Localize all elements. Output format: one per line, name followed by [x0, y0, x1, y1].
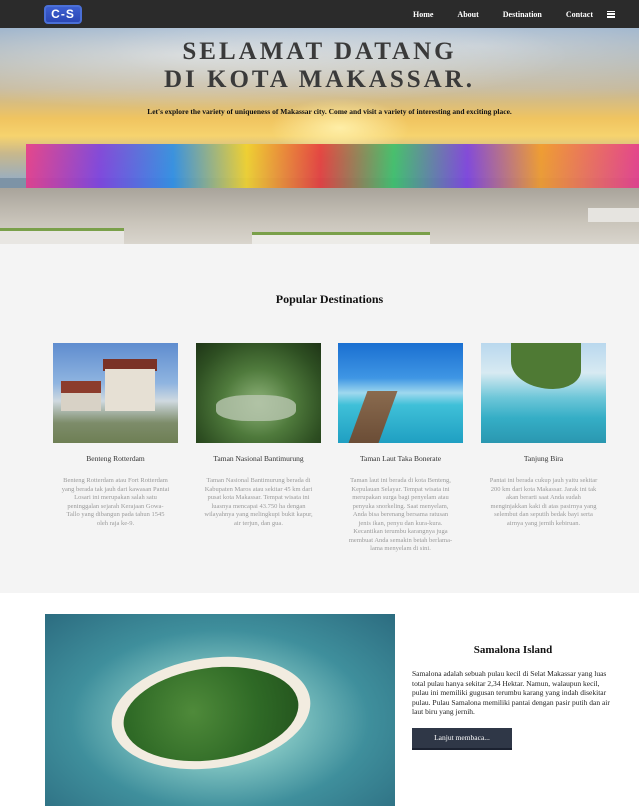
card-description: Taman laut ini berada di kota Benteng, K… — [348, 477, 453, 552]
nav-links: Home About Destination Contact — [389, 0, 615, 28]
samalona-description: Samalona adalah sebuah pulau kecil di Se… — [412, 669, 610, 716]
samalona-island-image — [45, 614, 395, 806]
destination-cards: Benteng Rotterdam Benteng Rotterdam atau… — [53, 343, 613, 583]
city-sign-image — [26, 144, 639, 188]
card-title: Benteng Rotterdam — [86, 454, 145, 463]
taka-bonerate-image[interactable] — [338, 343, 463, 443]
card-description: Benteng Rotterdam atau Fort Rotterdam ya… — [61, 477, 170, 527]
hero-title-line1: SELAMAT DATANG — [182, 38, 457, 65]
planter-left — [0, 228, 124, 244]
samalona-section: Samalona Island Samalona adalah sebuah p… — [0, 593, 639, 806]
planter-right — [588, 208, 639, 222]
card-description: Pantai ini berada cukup jauh yaitu sekit… — [489, 477, 598, 527]
card-title: Taman Nasional Bantimurung — [213, 454, 304, 463]
card-description: Taman Nasional Bantimurung berada di Kab… — [204, 477, 313, 527]
card-title: Tanjung Bira — [523, 454, 564, 463]
hero-banner: SELAMAT DATANG DI KOTA MAKASSAR. Let's e… — [0, 28, 639, 244]
popular-destinations-section: Popular Destinations Benteng Rotterdam B… — [0, 244, 639, 593]
destination-card[interactable]: Tanjung Bira Pantai ini berada cukup jau… — [481, 343, 606, 528]
destination-card[interactable]: Benteng Rotterdam Benteng Rotterdam atau… — [53, 343, 178, 528]
nav-link-about[interactable]: About — [457, 10, 478, 19]
destination-card[interactable]: Taman Laut Taka Bonerate Taman laut ini … — [338, 343, 463, 554]
bantimurung-image[interactable] — [196, 343, 321, 443]
navbar: C-S Home About Destination Contact — [0, 0, 639, 28]
samalona-title: Samalona Island — [473, 644, 553, 656]
section-title: Popular Destinations — [275, 292, 384, 306]
site-logo[interactable]: C-S — [44, 5, 82, 24]
nav-link-home[interactable]: Home — [413, 10, 433, 19]
benteng-rotterdam-image[interactable] — [53, 343, 178, 443]
card-title: Taman Laut Taka Bonerate — [359, 454, 442, 463]
hamburger-menu-icon[interactable] — [607, 10, 615, 18]
nav-link-destination[interactable]: Destination — [503, 10, 542, 19]
tanjung-bira-image[interactable] — [481, 343, 606, 443]
hero-title-line2: DI KOTA MAKASSAR. — [164, 66, 475, 93]
hero-title: SELAMAT DATANG DI KOTA MAKASSAR. — [0, 38, 639, 94]
destination-card[interactable]: Taman Nasional Bantimurung Taman Nasiona… — [196, 343, 321, 528]
read-more-button[interactable]: Lanjut membaca... — [412, 728, 512, 750]
hero-subtitle: Let's explore the variety of uniqueness … — [147, 107, 512, 116]
nav-link-contact[interactable]: Contact — [566, 10, 593, 19]
planter-center — [252, 232, 430, 244]
